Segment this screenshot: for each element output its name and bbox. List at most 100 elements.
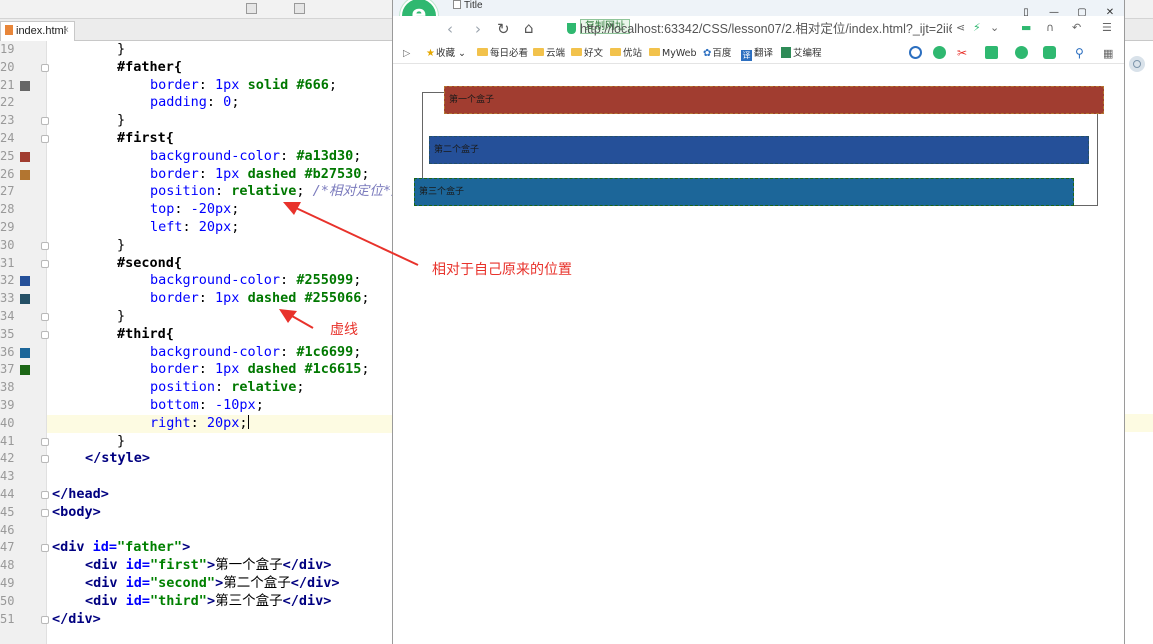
ide-toolbar-square[interactable] <box>246 3 257 14</box>
line-number-51: 51 <box>0 611 15 626</box>
menu-icon[interactable]: ☰ <box>1102 21 1112 34</box>
line-number-47: 47 <box>0 540 15 555</box>
code-line-24: #first{ <box>117 130 174 146</box>
line-number-39: 39 <box>0 398 15 412</box>
line-number-40: 40 <box>0 415 15 430</box>
code-line-34: } <box>117 308 126 324</box>
line-number-21: 21 <box>0 77 15 92</box>
color-swatch-icon[interactable] <box>20 347 30 358</box>
line-number-44: 44 <box>0 487 15 501</box>
address-dropdown-icon[interactable]: ⌄ <box>990 21 999 34</box>
folder-icon <box>649 48 660 56</box>
editor-tab-index-html[interactable]: index.html × <box>0 21 75 41</box>
code-line-23: } <box>117 112 126 129</box>
line-number-37: 37 <box>0 362 15 377</box>
code-line-25: background-color: #a13d30; <box>150 147 362 164</box>
third-box: 第三个盒子 <box>414 178 1074 206</box>
headphones-icon[interactable]: ∩ <box>1046 21 1054 34</box>
shield-tool-icon[interactable] <box>1015 46 1028 59</box>
line-number-26: 26 <box>0 166 15 181</box>
line-number-gutter: 19 20 21 22 23 24 25 26 27 28 29 30 31 32 33 34 35 36 37 38… <box>0 41 49 644</box>
apps-grid-icon[interactable]: ▦ <box>1103 46 1113 61</box>
first-box: 第一个盒子 <box>444 86 1104 114</box>
code-line-19: } <box>117 41 126 57</box>
baidu-paw-icon: ✿ <box>703 48 712 59</box>
star-icon: ★ <box>426 48 435 59</box>
share-icon[interactable]: ⋖ <box>956 21 965 34</box>
code-line-28: top: -20px; <box>150 201 240 218</box>
code-editor[interactable]: } #father{ border: 1px solid #666; paddi… <box>47 41 392 644</box>
color-swatch-icon[interactable] <box>20 365 30 376</box>
bookmark-translate[interactable]: 译翻译 <box>741 46 773 61</box>
sidebar-toggle-icon[interactable]: ▷ <box>403 46 410 61</box>
line-number-23: 23 <box>0 113 15 128</box>
cut-tool-icon[interactable]: ✂ <box>957 46 967 61</box>
color-swatch-icon[interactable] <box>20 294 30 305</box>
chat-icon[interactable] <box>933 46 946 59</box>
bookmark-page-icon <box>781 47 791 58</box>
home-icon[interactable]: ⌂ <box>524 19 534 37</box>
folder-icon <box>610 48 621 56</box>
color-swatch-icon[interactable] <box>20 276 30 287</box>
code-line-49: <div id="second">第二个盒子</div> <box>85 575 340 591</box>
code-line-44: </head> <box>52 486 109 502</box>
line-number-27: 27 <box>0 184 15 199</box>
code-line-39: bottom: -10px; <box>150 397 264 413</box>
code-line-41: } <box>117 432 126 449</box>
line-number-30: 30 <box>0 237 15 252</box>
zoom-out-icon[interactable] <box>909 46 922 59</box>
code-line-31: #second{ <box>117 254 183 271</box>
text-cursor <box>247 414 249 429</box>
browser-title-bar: Title ▯ — ▢ ✕ <box>393 0 1124 18</box>
line-number-38: 38 <box>0 380 15 395</box>
game-icon[interactable] <box>1043 46 1056 59</box>
line-number-22: 22 <box>0 95 15 110</box>
refresh-icon[interactable]: ↻ <box>497 20 510 38</box>
code-line-36: background-color: #1c6699; <box>150 343 362 360</box>
line-number-48: 48 <box>0 558 15 573</box>
code-line-30: } <box>117 236 126 253</box>
folder-icon <box>533 48 544 56</box>
close-tab-icon[interactable]: × <box>63 22 69 40</box>
bookmark-cloud[interactable]: 云端 <box>533 46 565 61</box>
code-line-40-current: right: 20px; <box>47 414 392 433</box>
line-number-28: 28 <box>0 202 15 217</box>
browser-tab-title[interactable]: Title <box>453 0 613 16</box>
html-file-icon <box>5 25 13 35</box>
bookmark-youzhan[interactable]: 优站 <box>610 46 642 61</box>
color-swatch-icon[interactable] <box>20 169 30 180</box>
code-line-21: border: 1px solid #666; <box>150 76 337 93</box>
bookmark-myweb[interactable]: MyWeb <box>649 46 697 61</box>
undo-icon[interactable]: ↶ <box>1072 21 1081 34</box>
line-number-45: 45 <box>0 504 15 519</box>
battery-icon[interactable]: ▬ <box>1021 21 1031 34</box>
code-line-51: </div> <box>52 610 101 627</box>
bookmark-daily[interactable]: 每日必看 <box>477 46 528 61</box>
window-controls: ▯ — ▢ ✕ <box>1012 0 1124 18</box>
lightning-icon[interactable]: ⚡ <box>973 21 981 34</box>
address-bar[interactable]: http://localhost:63342/CSS/lesson07/2.相对… <box>567 20 952 40</box>
color-swatch-icon[interactable] <box>20 80 30 91</box>
address-bar-url: http://localhost:63342/CSS/lesson07/2.相对… <box>580 22 952 36</box>
line-number-25: 25 <box>0 148 15 163</box>
color-swatch-icon[interactable] <box>20 151 30 162</box>
bookmarks-bar: ▷ ★收藏 ⌄ 每日必看 云端 好文 优站 MyWeb ✿百度 译翻译 艾编程 … <box>393 43 1124 64</box>
code-line-37: border: 1px dashed #1c6615; <box>150 361 370 378</box>
code-line-42: </style> <box>85 450 151 467</box>
search-icon[interactable]: ⚲ <box>1075 46 1084 61</box>
bookmark-good[interactable]: 好文 <box>571 46 603 61</box>
bookmark-baidu[interactable]: ✿百度 <box>703 46 731 61</box>
ide-side-bubble-icon[interactable] <box>1129 56 1145 72</box>
folder-icon <box>477 48 488 56</box>
bookmark-aibiancheng[interactable]: 艾编程 <box>781 46 822 61</box>
bookmark-favorites[interactable]: ★收藏 ⌄ <box>426 46 466 61</box>
editor-tab-label: index.html <box>16 25 67 37</box>
translate-tool-icon[interactable] <box>985 46 998 59</box>
line-number-29: 29 <box>0 220 15 234</box>
ide-toolbar-square[interactable] <box>294 3 305 14</box>
back-icon[interactable]: ‹ <box>447 20 453 38</box>
code-line-22: padding: 0; <box>150 94 240 111</box>
code-line-27: position: relative; /*相对定位*/ <box>150 183 392 200</box>
page-icon <box>453 0 461 9</box>
forward-icon[interactable]: › <box>475 20 481 38</box>
